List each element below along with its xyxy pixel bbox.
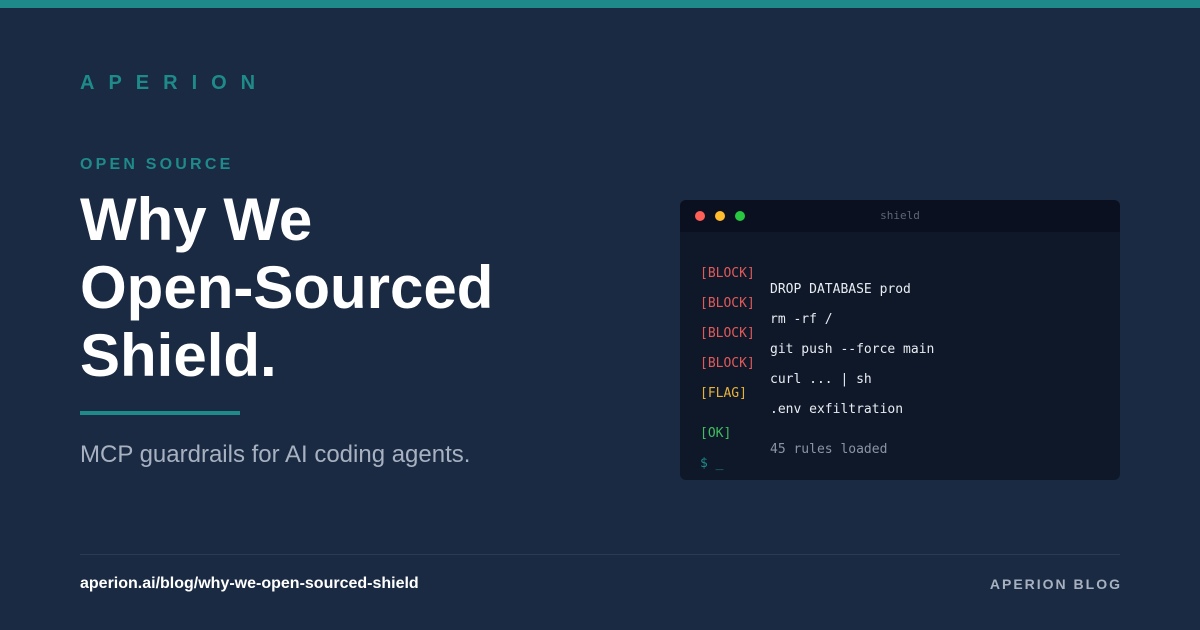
article-url: aperion.ai/blog/why-we-open-sourced-shie… bbox=[80, 575, 419, 592]
command-text: git push --force main bbox=[770, 342, 935, 357]
footer-divider bbox=[80, 554, 1120, 555]
title-line: Why We bbox=[80, 186, 313, 253]
command-text: DROP DATABASE prod bbox=[770, 282, 911, 297]
title-line: Open-Sourced bbox=[80, 254, 494, 321]
command-text: curl ... | sh bbox=[770, 372, 872, 387]
blog-label: APERION BLOG bbox=[989, 576, 1122, 592]
terminal-prompt: $ _ bbox=[700, 456, 724, 471]
category-label: OPEN SOURCE bbox=[80, 156, 234, 173]
terminal-title: shield bbox=[880, 209, 920, 222]
title-divider bbox=[80, 411, 240, 415]
command-text: 45 rules loaded bbox=[770, 442, 888, 457]
title-line: Shield. bbox=[80, 322, 277, 389]
brand-logo: APERION bbox=[80, 72, 270, 94]
status-tag: [FLAG] bbox=[700, 386, 747, 401]
blog-card: APERION OPEN SOURCE Why We Open-Sourced … bbox=[0, 0, 1200, 630]
terminal-titlebar: shield bbox=[680, 200, 1120, 232]
command-text: .env exfiltration bbox=[770, 402, 904, 417]
command-text: rm -rf / bbox=[770, 312, 833, 327]
subtitle: MCP guardrails for AI coding agents. bbox=[80, 441, 471, 468]
terminal-line: $ _ bbox=[700, 440, 763, 480]
top-accent-bar bbox=[0, 0, 1200, 8]
page-title: Why We Open-Sourced Shield. bbox=[80, 186, 600, 390]
terminal-window: shield [BLOCK] DROP DATABASE prod [BLOCK… bbox=[680, 200, 1120, 480]
